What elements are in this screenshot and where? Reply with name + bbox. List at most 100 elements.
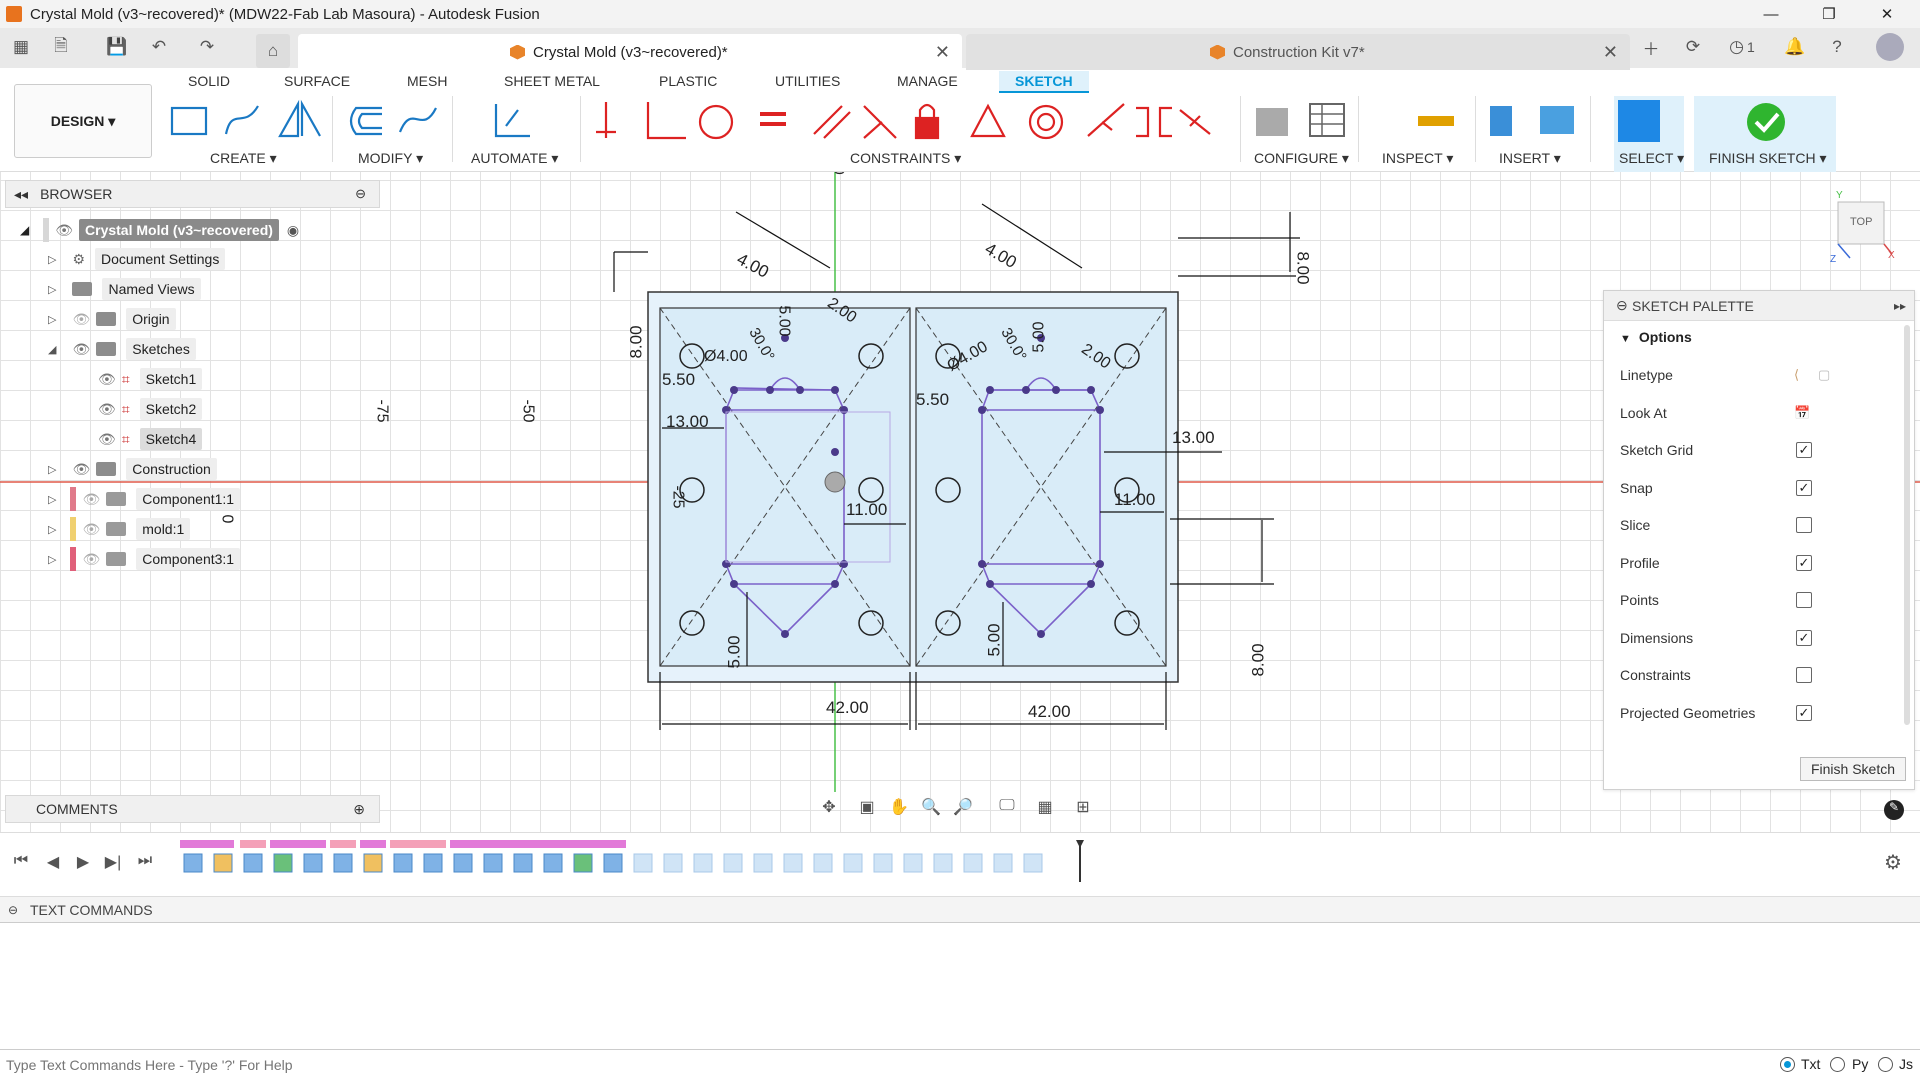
tree-item-named-views[interactable]: ▷ Named Views: [48, 276, 201, 302]
dim-text[interactable]: 8.00: [1249, 643, 1269, 676]
expand-triangle-icon[interactable]: ▷: [48, 523, 56, 536]
automate-menu[interactable]: AUTOMATE ▾: [471, 150, 558, 167]
tree-item-mold[interactable]: ▷ 👁 mold:1: [48, 516, 191, 542]
palette-collapse-icon[interactable]: ⊖: [1616, 297, 1628, 314]
file-menu-icon[interactable]: 🗎: [50, 36, 72, 58]
modify-menu[interactable]: MODIFY ▾: [358, 150, 423, 167]
zoom-window-icon[interactable]: 🔎: [952, 797, 974, 819]
dim-text[interactable]: 5.00: [985, 623, 1005, 656]
visibility-eye-icon[interactable]: 👁: [98, 401, 116, 418]
close-window-button[interactable]: ✕: [1858, 0, 1916, 28]
tree-item-sketch1[interactable]: 👁 ⌗ Sketch1: [98, 366, 203, 392]
visibility-eye-icon[interactable]: 👁: [72, 341, 90, 358]
grid-settings-icon[interactable]: ▦: [1034, 797, 1056, 819]
finish-sketch-menu[interactable]: FINISH SKETCH ▾: [1709, 150, 1826, 167]
workspace-switcher[interactable]: DESIGN ▾: [14, 84, 152, 158]
collapse-browser-icon[interactable]: ◂◂: [14, 186, 28, 203]
display-settings-icon[interactable]: 🖵: [996, 797, 1018, 819]
palette-expand-icon[interactable]: ▸▸: [1894, 299, 1906, 313]
collapse-triangle-icon[interactable]: ◢: [48, 343, 56, 356]
construction-linetype-icon[interactable]: ⟨: [1794, 367, 1799, 383]
play-icon[interactable]: ▶: [72, 852, 94, 874]
options-section[interactable]: ▼ Options: [1620, 329, 1692, 345]
step-forward-icon[interactable]: ▶|: [102, 852, 124, 874]
text-commands-header[interactable]: ⊖ TEXT COMMANDS: [0, 896, 1920, 922]
hidden-eye-icon[interactable]: 👁: [82, 521, 100, 538]
viewcube-top-label[interactable]: TOP: [1850, 216, 1872, 228]
hidden-eye-icon[interactable]: 👁: [82, 551, 100, 568]
text-command-input[interactable]: [0, 1052, 1760, 1078]
look-at-icon[interactable]: ▣: [856, 797, 878, 819]
tab-crystal-mold[interactable]: Crystal Mold (v3~recovered)* ✕: [298, 34, 962, 70]
go-to-end-icon[interactable]: ⏭: [134, 852, 156, 874]
snap-checkbox[interactable]: ✓: [1796, 480, 1812, 496]
dimensions-checkbox[interactable]: ✓: [1796, 630, 1812, 646]
points-checkbox[interactable]: [1796, 592, 1812, 608]
section-collapse-icon[interactable]: ▼: [1620, 333, 1631, 345]
text-commands-collapse-icon[interactable]: ⊖: [8, 903, 18, 917]
zoom-icon[interactable]: 🔍: [920, 797, 942, 819]
dim-text[interactable]: 5.50: [662, 370, 695, 390]
dim-text[interactable]: 42.00: [1028, 702, 1071, 722]
hidden-eye-icon[interactable]: 👁: [72, 311, 90, 328]
minimize-button[interactable]: —: [1742, 0, 1800, 28]
step-back-icon[interactable]: ◀: [42, 852, 64, 874]
dim-text[interactable]: 11.00: [846, 500, 887, 520]
new-tab-icon[interactable]: ＋: [1640, 36, 1662, 59]
visibility-eye-icon[interactable]: 👁: [98, 431, 116, 448]
visibility-eye-icon[interactable]: 👁: [72, 461, 90, 478]
slice-checkbox[interactable]: [1796, 517, 1812, 533]
avatar[interactable]: [1876, 33, 1904, 61]
constraints-checkbox[interactable]: [1796, 667, 1812, 683]
redo-icon[interactable]: ↷: [196, 36, 218, 58]
dim-text[interactable]: 5.00: [1031, 321, 1049, 352]
browser-minimize-icon[interactable]: ⊖: [355, 186, 366, 202]
undo-icon[interactable]: ↶: [148, 36, 170, 58]
insert-menu[interactable]: INSERT ▾: [1499, 150, 1561, 167]
js-mode-radio[interactable]: [1878, 1057, 1893, 1072]
dim-text[interactable]: 11.00: [1114, 490, 1155, 510]
tree-item-sketch4[interactable]: 👁 ⌗ Sketch4: [98, 426, 203, 452]
viewports-icon[interactable]: ⊞: [1072, 797, 1094, 819]
orbit-icon[interactable]: ✥: [818, 797, 840, 819]
dim-text[interactable]: 5.00: [725, 635, 745, 668]
expand-triangle-icon[interactable]: ▷: [48, 553, 56, 566]
dim-text[interactable]: 5.50: [916, 390, 949, 410]
tab-plastic[interactable]: PLASTIC: [659, 73, 717, 89]
assistant-icon[interactable]: ✎: [1884, 800, 1904, 820]
tree-item-sketches[interactable]: ◢ 👁 Sketches: [48, 336, 196, 362]
timeline-features[interactable]: [178, 838, 1098, 884]
centerline-linetype-icon[interactable]: ▢: [1818, 367, 1830, 383]
look-at-icon[interactable]: 📅: [1794, 405, 1810, 421]
dim-text[interactable]: 42.00: [826, 698, 869, 718]
tree-root[interactable]: ◢ 👁 Crystal Mold (v3~recovered) ◉: [20, 217, 299, 243]
tree-item-sketch2[interactable]: 👁 ⌗ Sketch2: [98, 396, 203, 422]
tree-item-origin[interactable]: ▷ 👁 Origin: [48, 306, 176, 332]
collapse-triangle-icon[interactable]: ◢: [20, 223, 29, 237]
tab-mesh[interactable]: MESH: [407, 73, 447, 89]
visibility-eye-icon[interactable]: 👁: [55, 222, 73, 239]
pan-icon[interactable]: ✋: [888, 797, 910, 819]
expand-triangle-icon[interactable]: ▷: [48, 313, 56, 326]
inspect-menu[interactable]: INSPECT ▾: [1382, 150, 1453, 167]
tab-construction-kit[interactable]: Construction Kit v7* ✕: [966, 34, 1630, 70]
tab-sheet-metal[interactable]: SHEET METAL: [504, 73, 600, 89]
tree-item-construction[interactable]: ▷ 👁 Construction: [48, 456, 217, 482]
maximize-button[interactable]: ❐: [1800, 0, 1858, 28]
close-tab-icon[interactable]: ✕: [1603, 42, 1618, 63]
dim-text[interactable]: 13.00: [1172, 428, 1215, 448]
apps-grid-icon[interactable]: ▦: [10, 36, 32, 58]
tree-item-document-settings[interactable]: ▷ ⚙ Document Settings: [48, 246, 226, 272]
tree-item-component3[interactable]: ▷ 👁 Component3:1: [48, 546, 241, 572]
dim-text[interactable]: Ø4.00: [704, 348, 748, 366]
help-icon[interactable]: ?: [1826, 36, 1848, 58]
tree-item-component1[interactable]: ▷ 👁 Component1:1: [48, 486, 241, 512]
constraints-menu[interactable]: CONSTRAINTS ▾: [850, 150, 961, 167]
tab-utilities[interactable]: UTILITIES: [775, 73, 840, 89]
tab-solid[interactable]: SOLID: [188, 73, 230, 89]
configure-menu[interactable]: CONFIGURE ▾: [1254, 150, 1349, 167]
notifications-icon[interactable]: 🔔: [1784, 36, 1806, 58]
txt-mode-radio[interactable]: [1780, 1057, 1795, 1072]
select-menu[interactable]: SELECT ▾: [1619, 150, 1684, 167]
dim-text[interactable]: 8.00: [627, 325, 647, 358]
